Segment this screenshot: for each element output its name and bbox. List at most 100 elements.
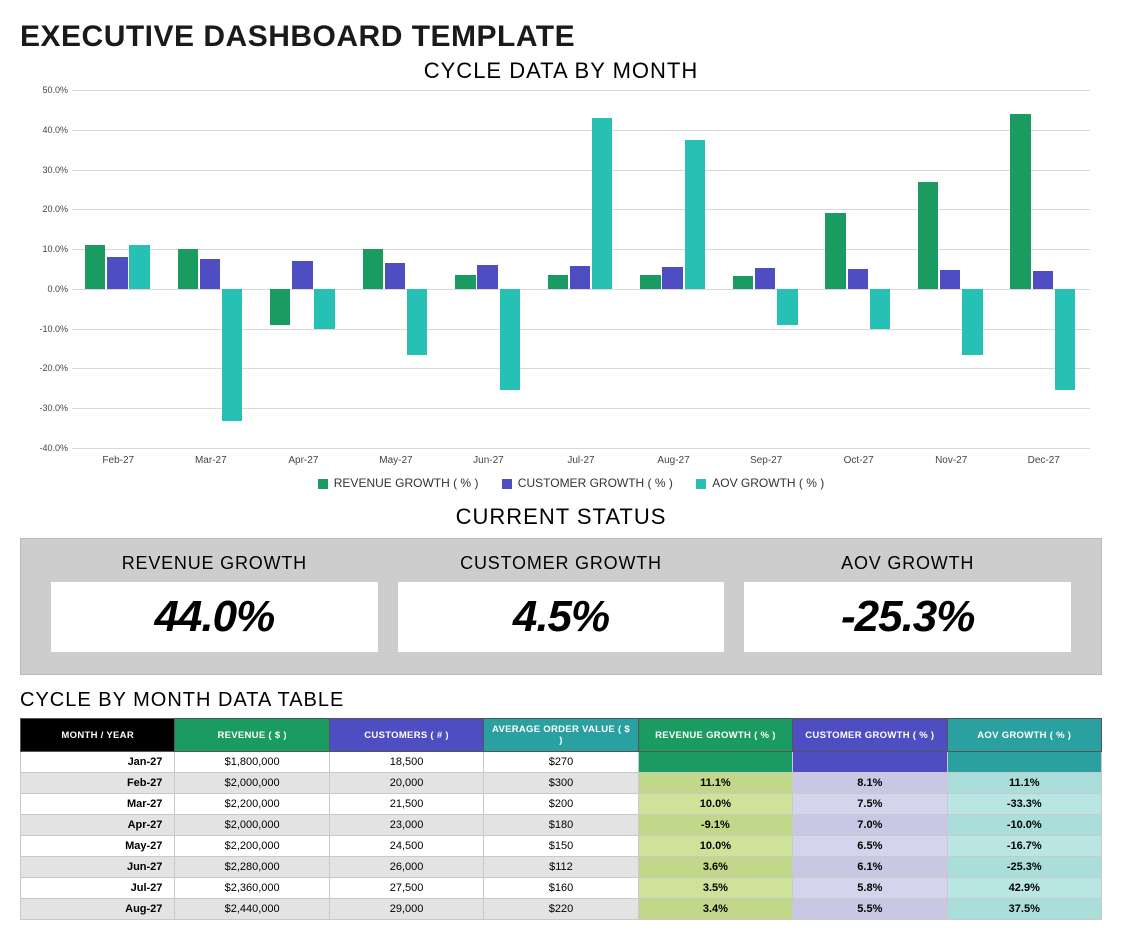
x-tick-label: Dec-27: [997, 455, 1090, 466]
cell-aov: $200: [484, 794, 638, 815]
cell-rev-growth: 3.6%: [638, 857, 792, 878]
x-tick-label: Jun-27: [442, 455, 535, 466]
cell-aov: $150: [484, 836, 638, 857]
bar-cust: [848, 269, 868, 288]
y-tick-label: 0.0%: [47, 284, 68, 294]
cell-rev-growth: [638, 752, 792, 773]
legend-swatch-rev: [318, 479, 328, 489]
bar-aov: [222, 289, 242, 421]
table-row: Apr-27$2,000,00023,000$180-9.1%7.0%-10.0…: [21, 815, 1102, 836]
col-header: REVENUE ( $ ): [175, 719, 329, 752]
x-tick-label: Apr-27: [257, 455, 350, 466]
cell-rev-growth: -9.1%: [638, 815, 792, 836]
bar-cust: [940, 270, 960, 289]
cell-aov-growth: -25.3%: [947, 857, 1101, 878]
cell-month: Mar-27: [21, 794, 175, 815]
legend-swatch-cust: [502, 479, 512, 489]
bar-rev: [85, 245, 105, 289]
x-tick-label: May-27: [350, 455, 443, 466]
cell-revenue: $2,200,000: [175, 836, 329, 857]
x-tick-label: Sep-27: [720, 455, 813, 466]
bar-cust: [107, 257, 127, 289]
bar-cust: [570, 266, 590, 289]
col-header: AOV GROWTH ( % ): [947, 719, 1101, 752]
status-label-cust: CUSTOMER GROWTH: [398, 553, 725, 574]
bar-aov: [592, 118, 612, 289]
bar-aov: [314, 289, 334, 329]
cell-aov-growth: -33.3%: [947, 794, 1101, 815]
cell-aov-growth: 42.9%: [947, 878, 1101, 899]
bar-rev: [733, 276, 753, 289]
bar-cust: [662, 267, 682, 289]
status-value-rev: 44.0%: [51, 582, 378, 652]
x-tick-label: Mar-27: [165, 455, 258, 466]
bar-rev: [363, 249, 383, 289]
bar-aov: [129, 245, 149, 289]
cell-revenue: $2,360,000: [175, 878, 329, 899]
status-title: CURRENT STATUS: [20, 504, 1102, 530]
cell-aov-growth: [947, 752, 1101, 773]
bar-rev: [270, 289, 290, 325]
col-header: CUSTOMERS ( # ): [329, 719, 483, 752]
table-row: Mar-27$2,200,00021,500$20010.0%7.5%-33.3…: [21, 794, 1102, 815]
cell-rev-growth: 3.4%: [638, 899, 792, 920]
y-tick-label: -20.0%: [39, 363, 68, 373]
chart-legend: REVENUE GROWTH ( % ) CUSTOMER GROWTH ( %…: [20, 476, 1102, 490]
cell-aov: $160: [484, 878, 638, 899]
status-label-rev: REVENUE GROWTH: [51, 553, 378, 574]
x-tick-label: Aug-27: [627, 455, 720, 466]
page-title: EXECUTIVE DASHBOARD TEMPLATE: [20, 20, 1102, 54]
cell-month: Aug-27: [21, 899, 175, 920]
bar-aov: [407, 289, 427, 355]
status-label-aov: AOV GROWTH: [744, 553, 1071, 574]
col-header: AVERAGE ORDER VALUE ( $ ): [484, 719, 638, 752]
cell-revenue: $1,800,000: [175, 752, 329, 773]
legend-label-aov: AOV GROWTH ( % ): [712, 476, 824, 490]
cell-rev-growth: 10.0%: [638, 794, 792, 815]
cell-revenue: $2,440,000: [175, 899, 329, 920]
table-row: Aug-27$2,440,00029,000$2203.4%5.5%37.5%: [21, 899, 1102, 920]
col-header: CUSTOMER GROWTH ( % ): [793, 719, 947, 752]
bar-aov: [777, 289, 797, 325]
cell-cust-growth: 7.5%: [793, 794, 947, 815]
cell-aov: $270: [484, 752, 638, 773]
legend-label-rev: REVENUE GROWTH ( % ): [334, 476, 479, 490]
cell-month: Apr-27: [21, 815, 175, 836]
chart-title: CYCLE DATA BY MONTH: [20, 58, 1102, 84]
status-value-aov: -25.3%: [744, 582, 1071, 652]
y-tick-label: 30.0%: [42, 165, 68, 175]
table-row: Jun-27$2,280,00026,000$1123.6%6.1%-25.3%: [21, 857, 1102, 878]
bar-rev: [548, 275, 568, 289]
cell-aov-growth: 11.1%: [947, 773, 1101, 794]
x-tick-label: Jul-27: [535, 455, 628, 466]
y-tick-label: -40.0%: [39, 443, 68, 453]
cell-customers: 23,000: [329, 815, 483, 836]
x-tick-label: Oct-27: [812, 455, 905, 466]
cell-month: May-27: [21, 836, 175, 857]
cycle-data-table: MONTH / YEARREVENUE ( $ )CUSTOMERS ( # )…: [20, 718, 1102, 920]
cell-aov: $180: [484, 815, 638, 836]
cell-cust-growth: 7.0%: [793, 815, 947, 836]
cell-month: Feb-27: [21, 773, 175, 794]
cell-customers: 18,500: [329, 752, 483, 773]
table-row: Feb-27$2,000,00020,000$30011.1%8.1%11.1%: [21, 773, 1102, 794]
cell-revenue: $2,280,000: [175, 857, 329, 878]
cell-cust-growth: 8.1%: [793, 773, 947, 794]
bar-aov: [870, 289, 890, 329]
cell-aov: $112: [484, 857, 638, 878]
table-title: CYCLE BY MONTH DATA TABLE: [20, 689, 1102, 712]
col-header: MONTH / YEAR: [21, 719, 175, 752]
cell-customers: 20,000: [329, 773, 483, 794]
cycle-chart: 50.0%40.0%30.0%20.0%10.0%0.0%-10.0%-20.0…: [20, 90, 1102, 448]
bar-aov: [962, 289, 982, 355]
bar-rev: [640, 275, 660, 289]
cell-aov-growth: -16.7%: [947, 836, 1101, 857]
cell-customers: 27,500: [329, 878, 483, 899]
cell-aov-growth: 37.5%: [947, 899, 1101, 920]
legend-label-cust: CUSTOMER GROWTH ( % ): [518, 476, 673, 490]
cell-aov: $220: [484, 899, 638, 920]
y-tick-label: 40.0%: [42, 125, 68, 135]
status-card-revenue-growth: REVENUE GROWTH 44.0%: [51, 553, 378, 652]
cell-cust-growth: 6.1%: [793, 857, 947, 878]
legend-swatch-aov: [696, 479, 706, 489]
